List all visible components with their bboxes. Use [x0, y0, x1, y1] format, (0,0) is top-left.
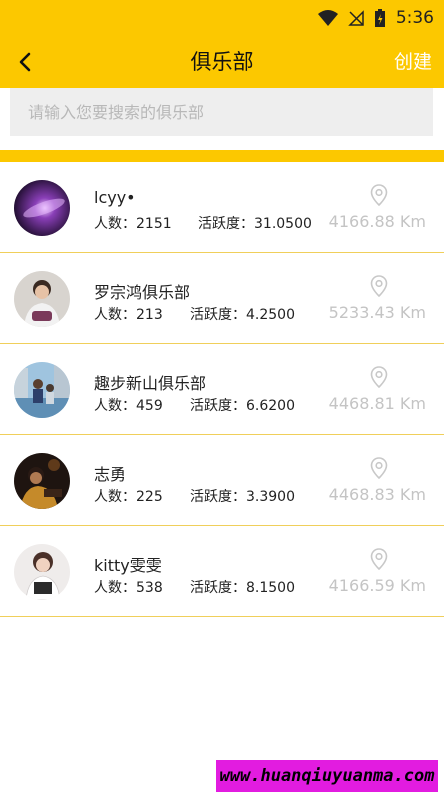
location-pin-icon [370, 366, 388, 388]
wifi-icon [317, 10, 338, 26]
distance: 5233.43 Km [328, 303, 426, 322]
distance: 4166.59 Km [328, 576, 426, 595]
member-count: 人数：538 [94, 580, 163, 596]
club-name: 趣步新山俱乐部 [94, 374, 207, 393]
watermark: www.huanqiuyuanma.com [216, 760, 438, 792]
activity-score: 活跃度：6.6200 [190, 398, 295, 414]
avatar [14, 544, 70, 600]
club-name: kitty雯雯 [94, 556, 162, 575]
back-arrow-icon[interactable] [14, 50, 38, 74]
create-button[interactable]: 创建 [394, 36, 432, 88]
member-count: 人数：213 [94, 307, 163, 323]
club-list: lcyy• 人数：2151 活跃度：31.0500 4166.88 Km 罗宗鸿… [0, 162, 444, 617]
club-list-item[interactable]: 罗宗鸿俱乐部 人数：213 活跃度：4.2500 5233.43 Km [0, 253, 444, 344]
location-pin-icon [370, 548, 388, 570]
avatar [14, 180, 70, 236]
distance: 4166.88 Km [328, 212, 426, 231]
avatar [14, 362, 70, 418]
page-title: 俱乐部 [190, 50, 254, 74]
avatar [14, 271, 70, 327]
club-list-item[interactable]: 志勇 人数：225 活跃度：3.3900 4468.83 Km [0, 435, 444, 526]
status-time: 5:36 [395, 8, 434, 28]
location-pin-icon [370, 275, 388, 297]
member-count: 人数：225 [94, 489, 163, 505]
avatar [14, 453, 70, 509]
location-pin-icon [370, 184, 388, 206]
activity-score: 活跃度：3.3900 [190, 489, 295, 505]
club-name: 罗宗鸿俱乐部 [94, 283, 191, 302]
distance: 4468.81 Km [328, 394, 426, 413]
activity-score: 活跃度：31.0500 [198, 216, 312, 232]
status-bar: 5:36 [0, 0, 444, 36]
member-count: 人数：459 [94, 398, 163, 414]
no-signal-icon [348, 10, 364, 26]
club-list-item[interactable]: lcyy• 人数：2151 活跃度：31.0500 4166.88 Km [0, 162, 444, 253]
club-list-item[interactable]: 趣步新山俱乐部 人数：459 活跃度：6.6200 4468.81 Km [0, 344, 444, 435]
activity-score: 活跃度：8.1500 [190, 580, 295, 596]
club-name: lcyy• [94, 188, 136, 207]
distance: 4468.83 Km [328, 485, 426, 504]
club-list-item[interactable]: kitty雯雯 人数：538 活跃度：8.1500 4166.59 Km [0, 526, 444, 617]
activity-score: 活跃度：4.2500 [190, 307, 295, 323]
location-pin-icon [370, 457, 388, 479]
search-input[interactable] [10, 88, 433, 136]
app-bar: 俱乐部 创建 [0, 36, 444, 88]
club-name: 志勇 [94, 465, 127, 484]
battery-charging-icon [374, 9, 385, 27]
member-count: 人数：2151 [94, 216, 172, 232]
